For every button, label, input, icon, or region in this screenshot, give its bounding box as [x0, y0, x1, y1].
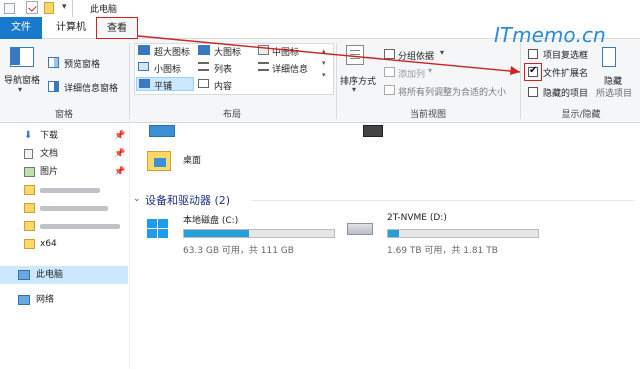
drive-c-free: 63.3 GB 可用，共 111 GB — [183, 246, 294, 256]
drive-d-tile[interactable]: 2T-NVME (D:) 1.69 TB 可用，共 1.81 TB — [343, 213, 553, 257]
drive-c-usage-fill — [184, 230, 249, 237]
nav-item-label: 图片 — [40, 167, 59, 177]
drive-d-name: 2T-NVME (D:) — [387, 213, 447, 223]
drive-d-free: 1.69 TB 可用，共 1.81 TB — [387, 246, 498, 256]
drive-d-usage-fill — [388, 230, 399, 237]
content-pane: 桌面 ⌄ 设备和驱动器 (2) 本地磁盘 (C:) 63.3 GB 可用，共 1… — [131, 123, 640, 369]
nav-item-label: 文档 — [40, 149, 59, 159]
picture-icon — [24, 167, 35, 177]
document-icon — [24, 149, 33, 159]
folder-icon — [24, 203, 35, 213]
desktop-tile[interactable]: 桌面 — [183, 153, 201, 166]
download-icon: ⬇ — [24, 130, 33, 141]
folder-icon — [24, 185, 35, 195]
nav-item-pictures[interactable]: 图片 📌 — [0, 163, 128, 181]
folder-tile-icon — [149, 125, 175, 137]
drive-d-usage-bar — [387, 229, 539, 238]
drive-c-usage-bar — [183, 229, 335, 238]
folder-icon — [24, 239, 35, 249]
navigation-pane: ⬇ 下载 📌 文档 📌 图片 📌 x64 此电脑 网络 — [0, 123, 130, 369]
nav-item-x64[interactable]: x64 — [0, 235, 128, 253]
nav-item-blurred-folder-1[interactable] — [0, 181, 128, 199]
folder-icon — [24, 221, 35, 231]
nav-item-network[interactable]: 网络 — [0, 291, 128, 309]
pin-icon: 📌 — [114, 131, 126, 141]
video-tile-icon — [363, 125, 383, 137]
network-icon — [18, 295, 30, 305]
devices-header[interactable]: 设备和驱动器 (2) — [145, 192, 230, 208]
computer-icon — [18, 270, 30, 280]
hard-drive-icon — [347, 223, 373, 235]
windows-drive-icon — [145, 217, 171, 241]
nav-item-label: 下载 — [40, 131, 59, 141]
pin-icon: 📌 — [114, 149, 126, 159]
drive-c-name: 本地磁盘 (C:) — [183, 216, 239, 226]
nav-item-label: 此电脑 — [36, 270, 64, 280]
collapse-chevron-icon[interactable]: ⌄ — [133, 194, 141, 204]
nav-item-blurred-folder-3[interactable] — [0, 217, 128, 235]
nav-item-blurred-folder-2[interactable] — [0, 199, 128, 217]
drive-c-tile[interactable]: 本地磁盘 (C:) 63.3 GB 可用，共 111 GB — [141, 213, 351, 257]
nav-item-label: 网络 — [36, 295, 55, 305]
pin-icon: 📌 — [114, 167, 126, 177]
nav-item-documents[interactable]: 文档 📌 — [0, 145, 128, 163]
nav-item-this-pc[interactable]: 此电脑 — [0, 266, 128, 284]
desktop-folder-icon — [147, 151, 171, 171]
nav-item-downloads[interactable]: ⬇ 下载 📌 — [0, 127, 128, 145]
nav-item-label: x64 — [40, 239, 57, 249]
